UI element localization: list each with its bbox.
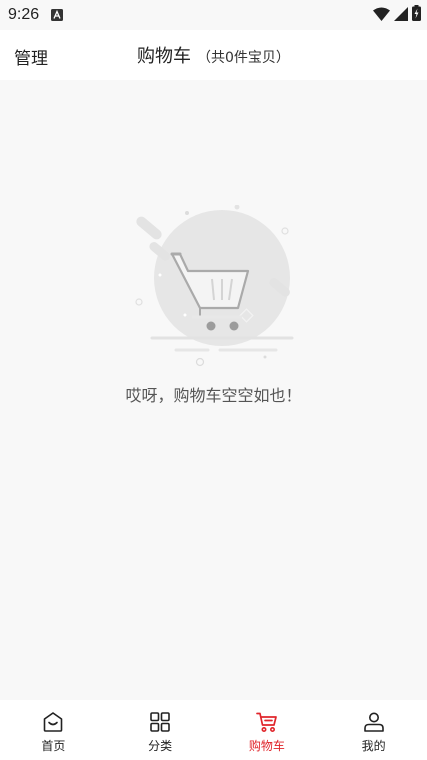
tab-category-label: 分类 [148, 739, 173, 753]
status-bar: 9:26 [0, 0, 427, 30]
title-wrap: 购物车 （共0件宝贝） [137, 42, 290, 68]
cart-icon [255, 710, 279, 734]
tab-cart-label: 购物车 [248, 739, 285, 753]
empty-cart-illustration [130, 204, 300, 375]
tab-profile-label: 我的 [361, 739, 386, 753]
manage-button[interactable]: 管理 [14, 44, 48, 69]
wifi-icon [373, 6, 390, 25]
page-title: 购物车 [137, 46, 191, 67]
bottom-tab-bar: 首页 分类 购物车 我的 [0, 700, 427, 760]
cart-content: 哎呀，购物车空空如也！ [0, 80, 427, 700]
tab-home-label: 首页 [41, 739, 66, 753]
keyboard-icon [51, 6, 64, 25]
signal-icon [394, 6, 408, 25]
tab-cart[interactable]: 购物车 [214, 700, 321, 760]
status-left: 9:26 [8, 6, 64, 25]
tab-profile[interactable]: 我的 [320, 700, 427, 760]
category-grid-icon [148, 710, 172, 734]
profile-icon [362, 710, 386, 734]
tab-home[interactable]: 首页 [0, 700, 107, 760]
item-count: （共0件宝贝） [197, 50, 290, 66]
status-right [373, 5, 421, 25]
battery-charging-icon [412, 5, 421, 25]
home-icon [41, 710, 65, 734]
empty-cart-message: 哎呀，购物车空空如也！ [125, 386, 302, 405]
status-time: 9:26 [8, 6, 40, 23]
header: 管理 购物车 （共0件宝贝） [0, 30, 427, 80]
tab-category[interactable]: 分类 [107, 700, 214, 760]
